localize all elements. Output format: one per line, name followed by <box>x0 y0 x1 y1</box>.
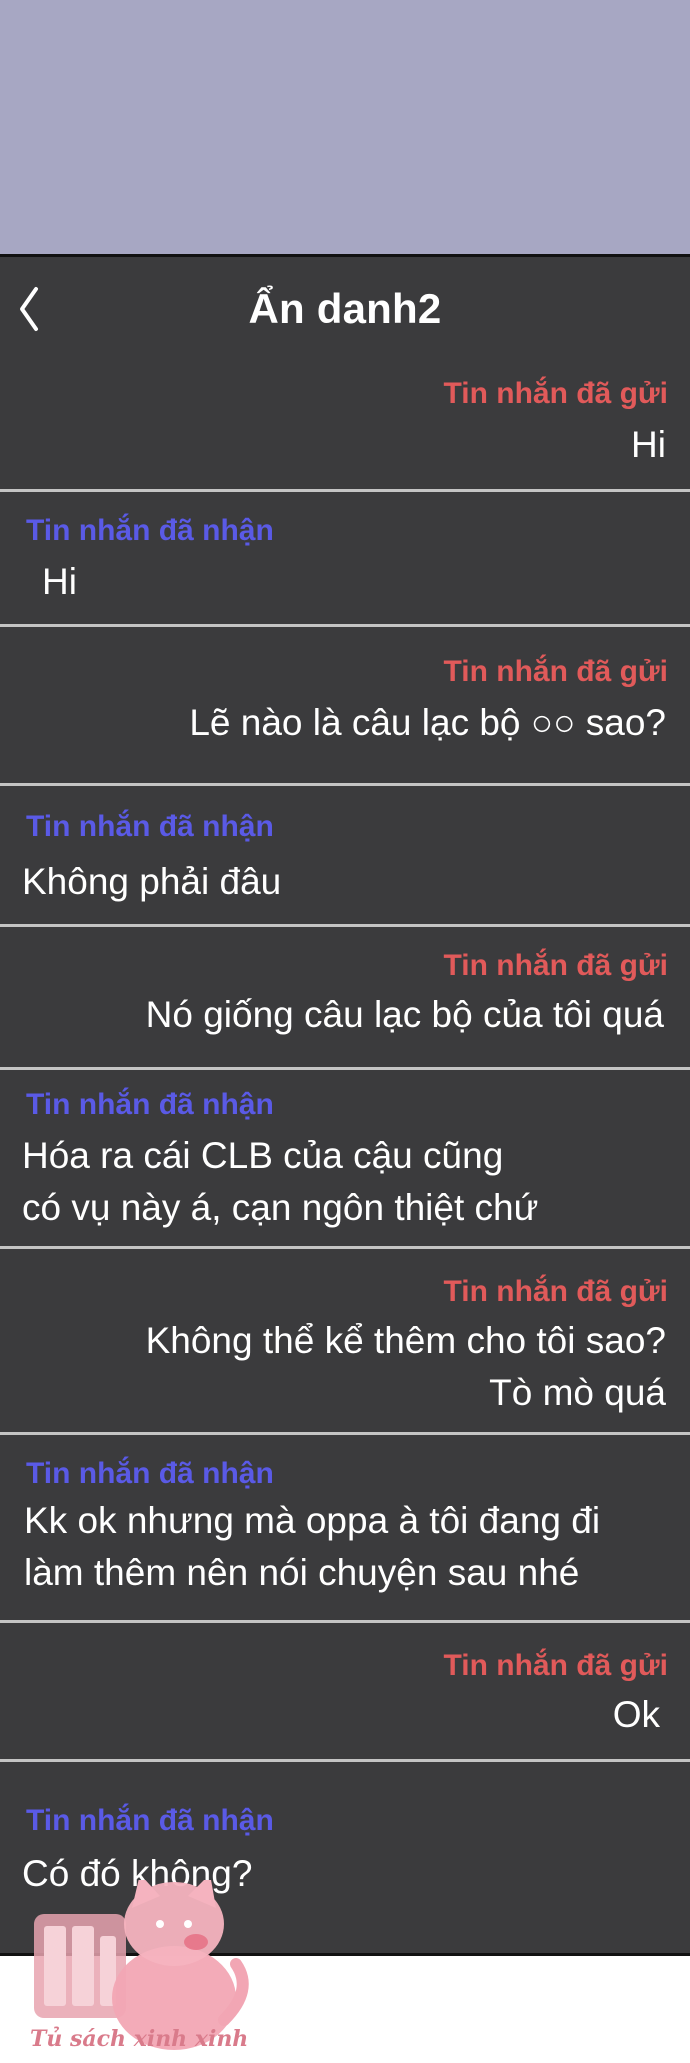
chat-panel: Ẩn danh2 Tin nhắn đã gửi Hi Tin nhắn đã … <box>0 254 690 1956</box>
message-text: Hi <box>631 424 666 465</box>
message-sent: Tin nhắn đã gửi Ok <box>0 1623 690 1759</box>
message-label-sent: Tin nhắn đã gửi <box>443 377 668 410</box>
message-text: Không phải đâu <box>22 861 282 902</box>
message-received: Tin nhắn đã nhận Không phải đâu <box>0 786 690 924</box>
message-text: làm thêm nên nói chuyện sau nhé <box>24 1552 580 1593</box>
message-sent: Tin nhắn đã gửi Hi <box>0 365 690 489</box>
message-label-received: Tin nhắn đã nhận <box>26 810 274 843</box>
chat-title: Ẩn danh2 <box>248 285 442 332</box>
message-text: Hi <box>42 561 77 602</box>
message-sent: Tin nhắn đã gửi Lẽ nào là câu lạc bộ ○○ … <box>0 627 690 783</box>
message-label-sent: Tin nhắn đã gửi <box>443 1275 668 1308</box>
message-text: Hóa ra cái CLB của cậu cũng <box>22 1135 504 1176</box>
message-label-received: Tin nhắn đã nhận <box>26 1804 274 1837</box>
chat-screen: Ẩn danh2 Tin nhắn đã gửi Hi Tin nhắn đã … <box>0 0 690 2063</box>
message-text: Lẽ nào là câu lạc bộ ○○ sao? <box>189 702 666 743</box>
message-label-sent: Tin nhắn đã gửi <box>443 949 668 982</box>
message-text: Ok <box>612 1694 660 1735</box>
message-text: có vụ này á, cạn ngôn thiệt chứ <box>22 1187 539 1228</box>
watermark-text: Tủ sách xinh xinh <box>30 2026 249 2052</box>
message-label-sent: Tin nhắn đã gửi <box>443 1649 668 1682</box>
message-label-sent: Tin nhắn đã gửi <box>443 655 668 688</box>
message-text: Không thể kể thêm cho tôi sao? <box>145 1320 666 1361</box>
message-received: Tin nhắn đã nhận Hi <box>0 492 690 624</box>
message-text: Kk ok nhưng mà oppa à tôi đang đi <box>24 1500 601 1541</box>
top-background <box>0 0 690 254</box>
message-label-received: Tin nhắn đã nhận <box>26 1088 274 1121</box>
message-sent: Tin nhắn đã gửi Nó giống câu lạc bộ của … <box>0 927 690 1067</box>
message-sent: Tin nhắn đã gửi Không thể kể thêm cho tô… <box>0 1249 690 1432</box>
message-label-received: Tin nhắn đã nhận <box>26 1457 274 1490</box>
message-received: Tin nhắn đã nhận Kk ok nhưng mà oppa à t… <box>0 1435 690 1620</box>
message-label-received: Tin nhắn đã nhận <box>26 514 274 547</box>
message-text: Tò mò quá <box>489 1372 666 1413</box>
message-text: Nó giống câu lạc bộ của tôi quá <box>145 994 664 1035</box>
message-received: Tin nhắn đã nhận Hóa ra cái CLB của cậu … <box>0 1070 690 1246</box>
